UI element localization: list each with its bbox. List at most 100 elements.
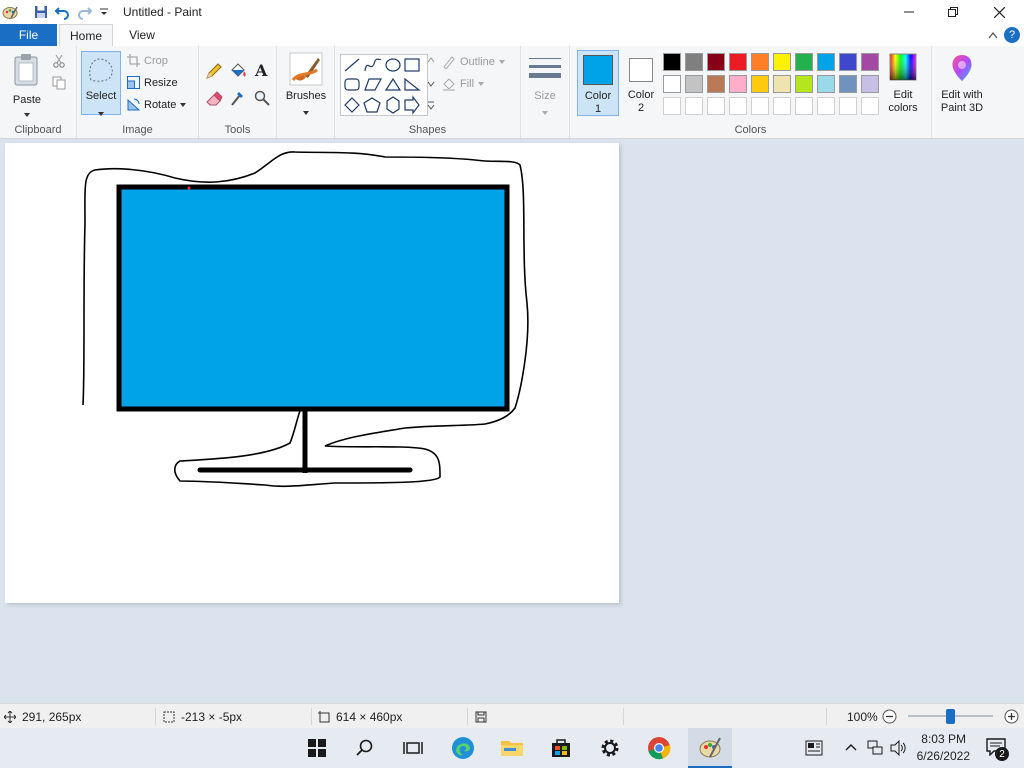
tab-file[interactable]: File <box>0 24 57 46</box>
tab-home[interactable]: Home <box>59 24 113 47</box>
palette-swatch-empty[interactable] <box>751 97 769 115</box>
resize-button[interactable]: Resize <box>127 76 178 89</box>
palette-swatch[interactable] <box>751 53 769 71</box>
paste-button[interactable]: Paste <box>8 50 46 117</box>
edit-with-paint3d-button[interactable]: Edit with Paint 3D <box>934 50 990 116</box>
file-explorer-button[interactable] <box>496 732 528 764</box>
minimize-button[interactable] <box>886 0 932 24</box>
palette-swatch-empty[interactable] <box>663 97 681 115</box>
chrome-button[interactable] <box>643 732 675 764</box>
palette-swatch[interactable] <box>861 53 879 71</box>
eraser-icon[interactable] <box>205 90 223 109</box>
tray-overflow-icon[interactable] <box>845 742 857 754</box>
palette-swatch[interactable] <box>839 75 857 93</box>
help-button[interactable]: ? <box>1004 27 1020 43</box>
palette-swatch-empty[interactable] <box>685 97 703 115</box>
text-icon[interactable]: A <box>254 61 270 82</box>
fill-bucket-icon[interactable] <box>229 62 247 83</box>
settings-button[interactable] <box>594 732 626 764</box>
palette-swatch-empty[interactable] <box>707 97 725 115</box>
notification-center-button[interactable]: 2 <box>986 738 1010 761</box>
network-icon[interactable] <box>867 740 883 759</box>
news-widget-icon[interactable] <box>805 740 823 759</box>
close-button[interactable] <box>976 0 1022 24</box>
palette-swatch[interactable] <box>795 75 813 93</box>
palette-swatch[interactable] <box>817 75 835 93</box>
fill-button[interactable]: Fill <box>442 77 485 91</box>
task-view-button[interactable] <box>397 732 429 764</box>
edit-colors-label-line2: colors <box>888 102 918 114</box>
svg-text:A: A <box>254 61 268 79</box>
size-label: Size <box>534 90 556 102</box>
palette-swatch[interactable] <box>861 75 879 93</box>
crop-button[interactable]: Crop <box>127 54 168 67</box>
restore-button[interactable] <box>930 0 976 24</box>
palette-swatch[interactable] <box>685 53 703 71</box>
color1-button[interactable]: Color 1 <box>577 50 619 116</box>
color2-button[interactable]: Color 2 <box>621 50 659 116</box>
pencil-icon[interactable] <box>205 62 223 83</box>
clock-time[interactable]: 8:03 PM <box>912 732 966 746</box>
monitor-drawing <box>82 151 529 488</box>
zoom-out-button[interactable] <box>882 709 897 727</box>
image-group: Select Crop Resize Rotate Image <box>77 46 199 138</box>
volume-icon[interactable] <box>890 739 908 759</box>
palette-swatch[interactable] <box>685 75 703 93</box>
size-button[interactable]: Size <box>526 52 564 116</box>
size-dropdown-icon <box>542 106 548 118</box>
copy-icon[interactable] <box>52 76 66 93</box>
color2-number: 2 <box>637 102 645 114</box>
rotate-button[interactable]: Rotate <box>127 98 187 111</box>
palette-swatch-empty[interactable] <box>795 97 813 115</box>
palette-swatch-empty[interactable] <box>817 97 835 115</box>
palette-swatch[interactable] <box>729 75 747 93</box>
clock-date[interactable]: 6/26/2022 <box>908 749 970 763</box>
brush-icon <box>289 52 323 86</box>
palette-swatch[interactable] <box>707 75 725 93</box>
palette-swatch[interactable] <box>707 53 725 71</box>
palette-swatch[interactable] <box>795 53 813 71</box>
palette-swatch[interactable] <box>751 75 769 93</box>
brushes-group: Brushes <box>277 46 335 138</box>
zoom-in-button[interactable] <box>1004 709 1019 727</box>
edit-colors-button[interactable]: Edit colors <box>883 50 923 116</box>
edge-taskbar-button[interactable] <box>447 732 479 764</box>
palette-swatch[interactable] <box>817 53 835 71</box>
select-button[interactable]: Select <box>81 51 121 116</box>
color-picker-icon[interactable] <box>230 89 246 110</box>
outline-label: Outline <box>460 56 495 68</box>
store-button[interactable] <box>545 732 577 764</box>
save-icon[interactable] <box>33 4 49 20</box>
redo-icon[interactable] <box>77 4 93 20</box>
drawing-canvas[interactable] <box>5 143 619 603</box>
customize-qat-icon[interactable] <box>96 4 112 20</box>
search-button[interactable] <box>349 732 381 764</box>
zoom-slider-thumb[interactable] <box>946 709 955 724</box>
shapes-scroll[interactable] <box>427 54 435 114</box>
taskbar: 8:03 PM 6/26/2022 2 <box>0 728 1024 768</box>
tab-view[interactable]: View <box>117 24 167 46</box>
palette-swatch[interactable] <box>663 53 681 71</box>
cut-icon[interactable] <box>52 54 66 71</box>
palette-swatch[interactable] <box>729 53 747 71</box>
windows-icon <box>308 739 326 757</box>
start-button[interactable] <box>301 732 333 764</box>
outline-button[interactable]: Outline <box>442 55 505 69</box>
palette-swatch[interactable] <box>773 53 791 71</box>
palette-swatch-empty[interactable] <box>773 97 791 115</box>
palette-swatch-empty[interactable] <box>861 97 879 115</box>
paint-app-icon[interactable] <box>2 4 18 20</box>
store-icon <box>552 739 570 757</box>
colors-group: Color 1 Color 2 Edit colors Colors <box>570 46 932 138</box>
magnifier-icon[interactable] <box>254 90 270 109</box>
undo-icon[interactable] <box>54 4 70 20</box>
collapse-ribbon-icon[interactable] <box>988 30 998 42</box>
brushes-button[interactable]: Brushes <box>283 50 329 116</box>
palette-swatch-empty[interactable] <box>729 97 747 115</box>
palette-swatch[interactable] <box>773 75 791 93</box>
chrome-icon <box>648 737 671 760</box>
paint-taskbar-button[interactable] <box>688 728 732 768</box>
palette-swatch[interactable] <box>663 75 681 93</box>
palette-swatch[interactable] <box>839 53 857 71</box>
palette-swatch-empty[interactable] <box>839 97 857 115</box>
